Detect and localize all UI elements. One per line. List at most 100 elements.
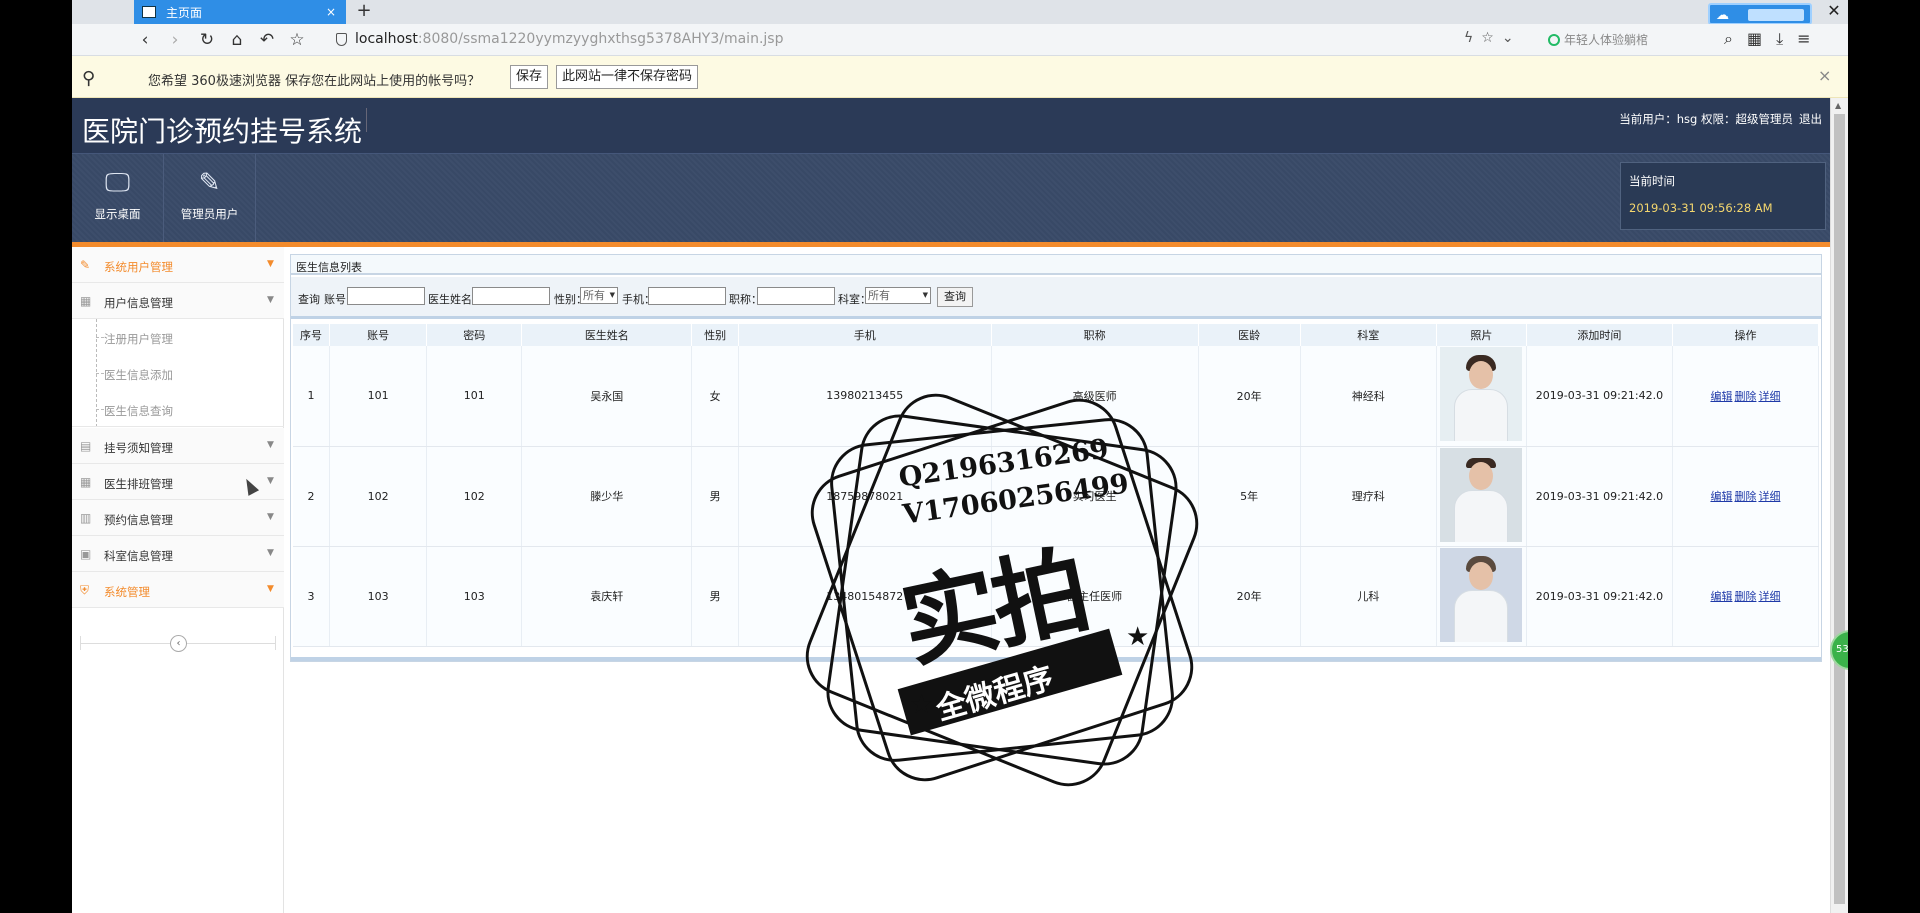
department-select[interactable]: 所有: [865, 287, 931, 304]
tab-main[interactable]: 主页面 ×: [134, 0, 346, 24]
edit-link[interactable]: 编辑: [1710, 590, 1732, 603]
user-info: 当前用户：hsg 权限：超级管理员 退出: [1619, 111, 1822, 127]
save-password-button[interactable]: 保存: [510, 65, 549, 89]
admin-user-button[interactable]: ✎ 管理员用户: [164, 154, 256, 242]
address-tools[interactable]: ϟ☆⌄: [1464, 30, 1522, 46]
edit-link[interactable]: 编辑: [1710, 390, 1732, 403]
url-host: localhost: [355, 31, 418, 47]
cloud-sync-button[interactable]: ☁: [1708, 3, 1812, 25]
cell-time: 2019-03-31 09:21:42.0: [1526, 446, 1673, 547]
tree-dash: [96, 337, 104, 338]
stamp-ribbon-text: 全微程序: [932, 660, 1058, 728]
sidebar-item-label: 系统管理: [104, 585, 150, 599]
logout-link[interactable]: 退出: [1799, 112, 1822, 126]
job-title-input[interactable]: [757, 287, 835, 305]
cell-dept: 理疗科: [1300, 446, 1437, 547]
collapse-button[interactable]: ‹: [170, 635, 187, 652]
url-field[interactable]: localhost:8080/ssma1220yymzyyghxthsg5378…: [355, 31, 783, 47]
page-scrollbar[interactable]: ▲: [1830, 98, 1848, 913]
undo-icon[interactable]: ↶: [256, 29, 278, 51]
photo-head: [1469, 561, 1494, 590]
query-button[interactable]: 查询: [937, 287, 973, 307]
lightning-icon[interactable]: ϟ: [1464, 30, 1481, 46]
close-icon[interactable]: ×: [1818, 66, 1831, 85]
admin-user-label: 管理员用户: [180, 207, 239, 221]
grid-icon: ▦: [80, 475, 92, 489]
doctor-table: 序号 账号 密码 医生姓名 性别 手机 职称 医龄 科室 照片 添加时间 操作: [293, 324, 1820, 647]
sidebar-item-user-info[interactable]: ▦ 用户信息管理 ▼: [72, 283, 284, 319]
top-toolbar: 🖵 显示桌面 ✎ 管理员用户 当前时间 2019-03-31 09:56:28 …: [72, 154, 1830, 242]
current-time-box: 当前时间 2019-03-31 09:56:28 AM: [1620, 162, 1826, 230]
cell-account: 101: [329, 346, 428, 447]
show-desktop-button[interactable]: 🖵 显示桌面: [72, 154, 164, 242]
pencil-icon: ✎: [80, 258, 91, 272]
search-form: 查询 账号： 医生姓名： 性别： 所有 手机： 职称： 科室： 所有 查询: [291, 277, 1821, 319]
sidebar-subitem-add-doctor[interactable]: 医生信息添加: [72, 355, 284, 391]
table-row: 2 102 102 滕少华 男 18759878021 实习医生 5年 理疗科 …: [293, 446, 1820, 547]
panel-title-bar: 医生信息列表: [291, 255, 1821, 275]
gender-select[interactable]: 所有: [580, 287, 618, 304]
detail-link[interactable]: 详细: [1758, 490, 1780, 503]
sidebar-subitem-label: 医生信息查询: [104, 404, 173, 418]
pencil-icon: ✎: [198, 168, 221, 198]
browser-right-tools: ⌕▦⤓≡: [1724, 29, 1825, 49]
edit-link[interactable]: 编辑: [1710, 490, 1732, 503]
list-icon: ▤: [80, 439, 92, 453]
show-desktop-label: 显示桌面: [94, 207, 141, 221]
cell-phone: 13980213455: [738, 346, 992, 447]
cell-name: 袁庆轩: [521, 546, 693, 647]
sidebar-item-departments[interactable]: ▣ 科室信息管理 ▼: [72, 536, 284, 572]
apps-icon[interactable]: ▦: [1747, 29, 1776, 48]
delete-link[interactable]: 删除: [1734, 390, 1756, 403]
cell-dept: 儿科: [1300, 546, 1437, 647]
cell-time: 2019-03-31 09:21:42.0: [1526, 546, 1673, 647]
back-icon[interactable]: ‹: [134, 29, 156, 51]
download-icon[interactable]: ⤓: [1776, 29, 1797, 48]
cell-password: 102: [426, 446, 523, 547]
sidebar-subitem-label: 医生信息添加: [104, 368, 173, 382]
tab-title: 主页面: [166, 5, 203, 20]
sidebar-item-label: 用户信息管理: [104, 296, 173, 310]
current-user-text: 当前用户：hsg 权限：超级管理员: [1619, 112, 1793, 126]
table-header-row: 序号 账号 密码 医生姓名 性别 手机 职称 医龄 科室 照片 添加时间 操作: [293, 324, 1820, 346]
reload-icon[interactable]: ↻: [196, 29, 218, 51]
account-input[interactable]: [347, 287, 425, 305]
menu-icon[interactable]: ≡: [1797, 29, 1824, 48]
monitor-icon: 🖵: [104, 168, 131, 198]
sidebar-item-system[interactable]: ⛨ 系统管理 ▼: [72, 572, 284, 608]
cell-photo: [1436, 446, 1527, 547]
detail-link[interactable]: 详细: [1758, 390, 1780, 403]
delete-link[interactable]: 删除: [1734, 490, 1756, 503]
detail-link[interactable]: 详细: [1758, 590, 1780, 603]
sidebar-item-system-users[interactable]: ✎ 系统用户管理 ▼: [72, 247, 284, 283]
col-header: 性别: [691, 324, 739, 346]
scroll-up-icon[interactable]: ▲: [1835, 101, 1841, 110]
cell-gender: 男: [691, 546, 739, 647]
bookmark-star-icon[interactable]: ☆: [286, 29, 308, 51]
delete-link[interactable]: 删除: [1734, 590, 1756, 603]
tab-close-icon[interactable]: ×: [326, 5, 336, 19]
col-header: 添加时间: [1526, 324, 1673, 346]
doctor-name-input[interactable]: [472, 287, 550, 305]
col-header: 科室: [1300, 324, 1437, 346]
sidebar-item-notice[interactable]: ▤ 挂号须知管理 ▼: [72, 428, 284, 464]
scrollbar-thumb[interactable]: [1834, 114, 1845, 904]
sidebar-subitem-registered-users[interactable]: 注册用户管理: [72, 319, 284, 355]
chevron-down-icon[interactable]: ⌄: [1502, 30, 1522, 46]
forward-icon[interactable]: ›: [164, 29, 186, 51]
new-tab-button[interactable]: +: [352, 0, 376, 24]
phone-input[interactable]: [648, 287, 726, 305]
sidebar-collapse: ‹: [80, 634, 276, 654]
photo-head: [1469, 361, 1494, 390]
never-save-button[interactable]: 此网站一律不保存密码: [556, 65, 699, 89]
sidebar-subitem-query-doctor[interactable]: 医生信息查询: [72, 391, 284, 427]
favorite-star-icon[interactable]: ☆: [1481, 30, 1502, 46]
sidebar-item-appointments[interactable]: ▥ 预约信息管理 ▼: [72, 500, 284, 536]
col-header: 职称: [991, 324, 1199, 346]
search-icon[interactable]: ⌕: [1724, 29, 1747, 48]
window-close-button[interactable]: ✕: [1820, 0, 1848, 24]
sidebar: ✎ 系统用户管理 ▼ ▦ 用户信息管理 ▼ 注册用户管理 医生信息添加 医生信息…: [72, 247, 284, 913]
search-placeholder: 年轻人体验躺棺: [1564, 33, 1649, 47]
search-input[interactable]: 年轻人体验躺棺: [1548, 31, 1648, 48]
home-icon[interactable]: ⌂: [226, 29, 248, 51]
